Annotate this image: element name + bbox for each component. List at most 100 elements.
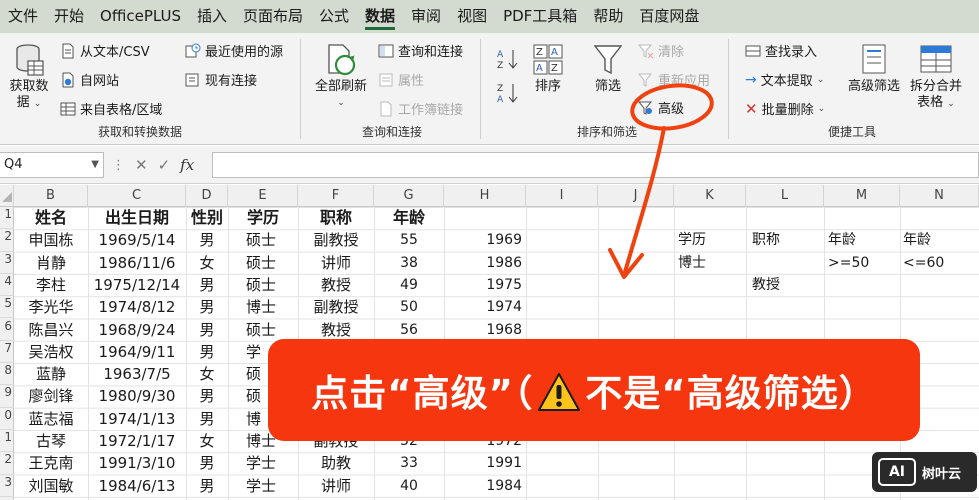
table-cell[interactable]: 49	[374, 274, 444, 296]
table-cell[interactable]: 1975/12/14	[88, 274, 186, 296]
menu-file[interactable]: 文件	[0, 0, 46, 33]
table-cell[interactable]: 蓝静	[14, 363, 88, 385]
sort-button[interactable]: Z A A Z 排序	[528, 43, 568, 95]
row-header[interactable]: 0	[0, 408, 14, 430]
row-header[interactable]: 1	[0, 207, 14, 230]
advanced-filter-button[interactable]: 高级	[638, 98, 684, 117]
name-box[interactable]: Q4 ▼	[0, 152, 104, 178]
from-table-button[interactable]: 来自表格/区域	[60, 99, 162, 118]
table-cell[interactable]: 1991/3/10	[88, 452, 186, 474]
menu-page-layout[interactable]: 页面布局	[235, 0, 311, 33]
sort-descending-button[interactable]: ZA	[496, 81, 520, 105]
criteria-cell[interactable]	[828, 274, 888, 296]
criteria-header-cell[interactable]: 年龄	[828, 229, 888, 251]
column-header-h[interactable]: H	[444, 185, 526, 207]
table-cell[interactable]: 1963/7/5	[88, 363, 186, 385]
column-header-j[interactable]: J	[598, 185, 674, 207]
table-cell[interactable]: 男	[186, 408, 228, 430]
menu-view[interactable]: 视图	[449, 0, 495, 33]
clear-filter-button[interactable]: 清除	[638, 41, 684, 60]
confirm-icon[interactable]: ✓	[158, 156, 171, 174]
criteria-cell[interactable]: 教授	[752, 274, 812, 296]
reapply-button[interactable]: 重新应用	[638, 70, 710, 89]
table-cell[interactable]: 廖剑锋	[14, 385, 88, 407]
row-header[interactable]: 4	[0, 274, 14, 297]
criteria-cell[interactable]	[903, 274, 963, 296]
criteria-header-cell[interactable]: 年龄	[903, 229, 963, 251]
table-cell[interactable]: 助教	[298, 452, 374, 474]
table-header-cell[interactable]: 性别	[186, 207, 228, 229]
table-cell[interactable]: 男	[186, 229, 228, 251]
row-header[interactable]: 1	[0, 430, 14, 453]
table-cell[interactable]: 讲师	[298, 475, 374, 497]
column-header-e[interactable]: E	[228, 185, 298, 207]
criteria-cell[interactable]	[752, 252, 812, 274]
table-cell[interactable]: 副教授	[298, 296, 374, 318]
split-merge-button[interactable]: 拆分合并 表格 ⌄	[906, 43, 966, 112]
advanced-filter-tool-button[interactable]: 高级筛选	[844, 43, 904, 95]
column-header-k[interactable]: K	[674, 185, 746, 207]
menu-pdf-tools[interactable]: PDF工具箱	[495, 0, 585, 33]
table-header-cell[interactable]: 姓名	[14, 207, 88, 229]
table-cell[interactable]: 1986	[444, 252, 522, 274]
column-header-l[interactable]: L	[746, 185, 824, 207]
table-cell[interactable]: 1964/9/11	[88, 341, 186, 363]
row-header[interactable]: 3	[0, 252, 14, 274]
filter-button[interactable]: 筛选	[588, 43, 628, 95]
column-header-m[interactable]: M	[824, 185, 900, 207]
table-cell[interactable]: 1986/11/6	[88, 252, 186, 274]
row-header[interactable]: 9	[0, 385, 14, 408]
menu-baidu-disk[interactable]: 百度网盘	[631, 0, 707, 33]
table-cell[interactable]: 刘国敏	[14, 475, 88, 497]
table-cell[interactable]: 1984	[444, 475, 522, 497]
table-cell[interactable]: 教授	[298, 274, 374, 296]
from-web-button[interactable]: 自网站	[60, 70, 119, 89]
table-cell[interactable]: 王克南	[14, 452, 88, 474]
column-header-f[interactable]: F	[298, 185, 374, 207]
table-header-cell[interactable]: 出生日期	[88, 207, 186, 229]
table-header-cell[interactable]: 年龄	[374, 207, 444, 229]
table-cell[interactable]: 女	[186, 363, 228, 385]
formula-input[interactable]	[212, 152, 979, 178]
properties-button[interactable]: 属性	[378, 70, 424, 89]
table-cell[interactable]: 50	[374, 296, 444, 318]
table-cell[interactable]: 1972/1/17	[88, 430, 186, 452]
criteria-header-cell[interactable]: 学历	[678, 229, 738, 251]
table-cell[interactable]: 肖静	[14, 252, 88, 274]
criteria-cell[interactable]: 博士	[678, 252, 738, 274]
get-data-button[interactable]: 获取数 据 ⌄	[6, 43, 52, 112]
criteria-header-cell[interactable]: 职称	[752, 229, 812, 251]
table-cell[interactable]: 33	[374, 452, 444, 474]
menu-insert[interactable]: 插入	[189, 0, 235, 33]
table-cell[interactable]: 1991	[444, 452, 522, 474]
table-cell[interactable]: 男	[186, 274, 228, 296]
table-cell[interactable]: 38	[374, 252, 444, 274]
criteria-cell[interactable]: <=60	[903, 252, 963, 274]
row-header[interactable]: 5	[0, 296, 14, 319]
row-header[interactable]: 3	[0, 475, 14, 497]
table-cell[interactable]: 女	[186, 252, 228, 274]
menu-officeplus[interactable]: OfficePLUS	[92, 0, 189, 33]
table-cell[interactable]: 男	[186, 385, 228, 407]
table-cell[interactable]: 副教授	[298, 229, 374, 251]
table-cell[interactable]: 男	[186, 296, 228, 318]
menu-review[interactable]: 审阅	[403, 0, 449, 33]
criteria-cell[interactable]: >=50	[828, 252, 888, 274]
find-entry-button[interactable]: 查找录入	[745, 41, 817, 60]
refresh-all-button[interactable]: 全部刷新 ⌄	[310, 43, 372, 111]
criteria-cell[interactable]	[678, 274, 738, 296]
menu-home[interactable]: 开始	[46, 0, 92, 33]
table-cell[interactable]: 1974/1/13	[88, 408, 186, 430]
column-header-b[interactable]: B	[14, 185, 88, 207]
table-cell[interactable]: 男	[186, 341, 228, 363]
table-cell[interactable]: 1968	[444, 319, 522, 341]
text-extract-button[interactable]: → 文本提取 ⌄	[745, 70, 824, 90]
from-text-csv-button[interactable]: 从文本/CSV	[60, 41, 150, 60]
menu-data[interactable]: 数据	[357, 0, 403, 33]
table-cell[interactable]: 1980/9/30	[88, 385, 186, 407]
table-cell[interactable]: 55	[374, 229, 444, 251]
table-cell[interactable]: 男	[186, 452, 228, 474]
column-header-c[interactable]: C	[88, 185, 186, 207]
table-cell[interactable]: 1975	[444, 274, 522, 296]
table-cell[interactable]: 教授	[298, 319, 374, 341]
